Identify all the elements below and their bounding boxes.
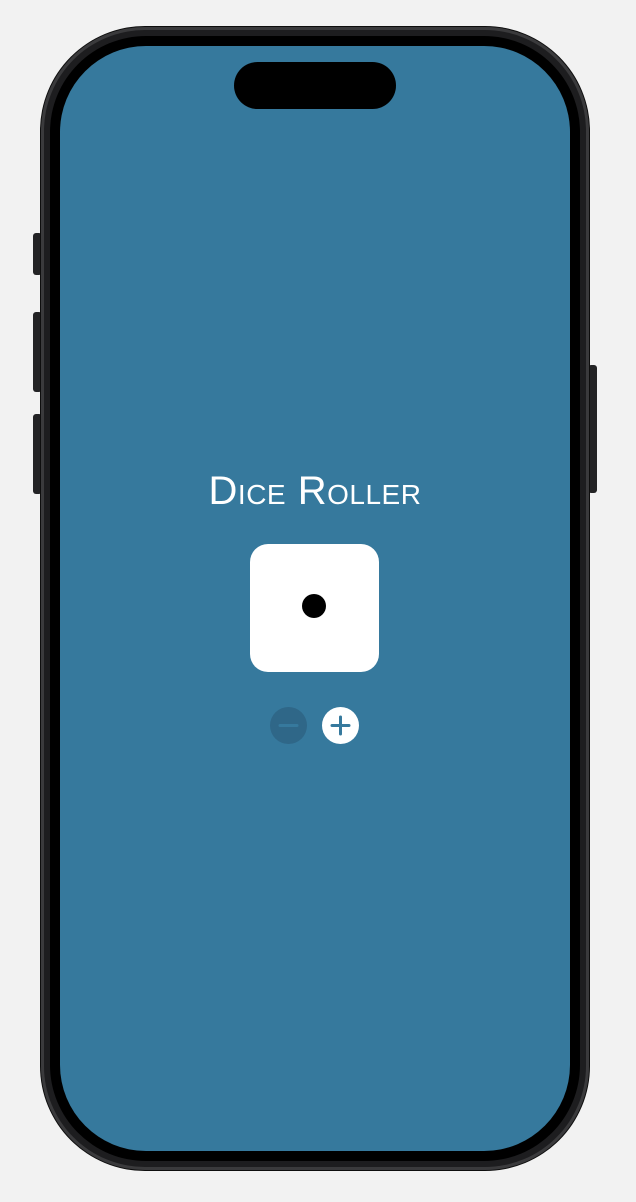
minus-circle-icon: [278, 724, 299, 727]
decrease-dice-button[interactable]: [270, 707, 307, 744]
plus-circle-icon: [330, 715, 351, 736]
device-mockup: Dice Roller: [0, 0, 636, 1202]
die[interactable]: [250, 544, 379, 672]
die-pip: [302, 594, 326, 618]
dynamic-island: [234, 62, 396, 109]
power-button: [588, 365, 597, 493]
dice-count-controls: [60, 707, 570, 745]
app-title: Dice Roller: [208, 469, 422, 513]
app-screen: Dice Roller: [60, 46, 570, 1151]
increase-dice-button[interactable]: [322, 707, 359, 744]
